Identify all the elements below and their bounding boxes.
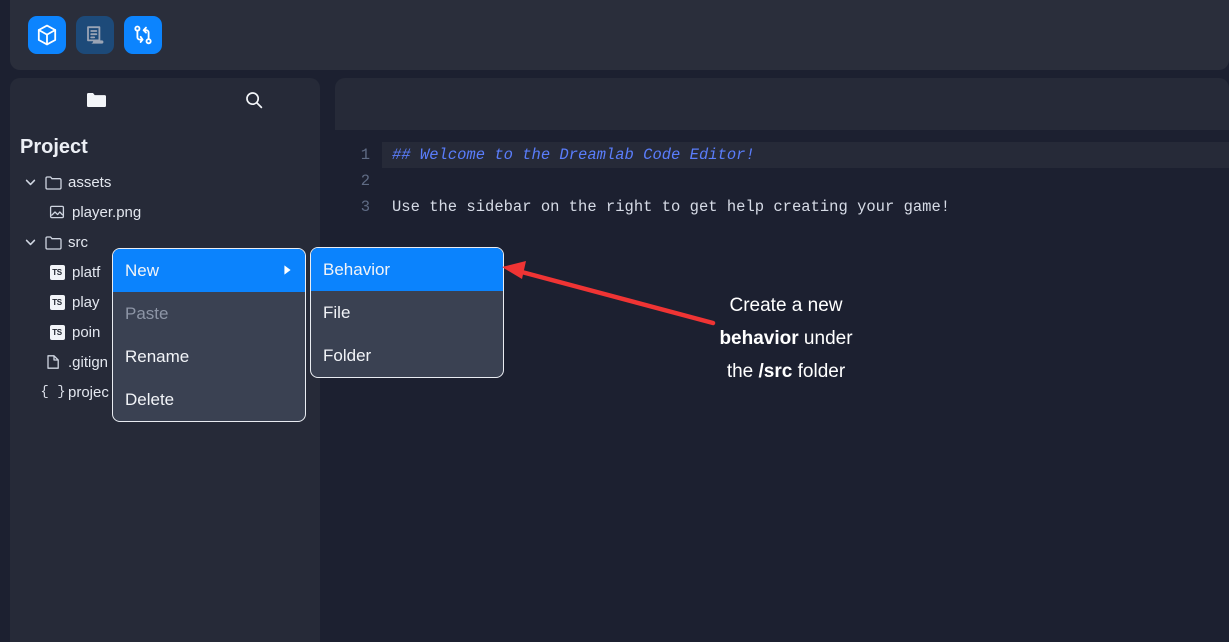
tree-item-label: assets: [68, 173, 112, 191]
context-menu-item-label: Delete: [125, 389, 175, 409]
tree-item-label: .gitign: [68, 353, 109, 371]
submenu-item-file[interactable]: File: [311, 291, 503, 334]
git-branch-icon-button[interactable]: [124, 16, 162, 54]
tree-item-label: src: [68, 233, 88, 251]
chevron-right-icon: [282, 261, 293, 281]
chevron-down-icon[interactable]: [22, 174, 38, 190]
json-file-icon: { }: [40, 384, 66, 400]
folder-icon: [86, 91, 107, 114]
folder-outline-icon: [44, 173, 62, 191]
tree-item-label: poin: [72, 323, 101, 341]
folder-view-button[interactable]: [72, 78, 120, 126]
page-title: Project: [20, 136, 88, 158]
chevron-down-icon[interactable]: [22, 234, 38, 250]
folder-outline-icon: [44, 233, 62, 251]
code-line: 2: [322, 168, 1229, 194]
search-button[interactable]: [230, 78, 278, 126]
tree-item-label: platf: [72, 263, 101, 281]
line-number: 1: [360, 146, 370, 164]
annotation-line-1: Create a new: [729, 295, 843, 316]
typescript-file-icon: TS: [48, 293, 66, 311]
context-menu-item-delete[interactable]: Delete: [113, 378, 305, 421]
typescript-file-icon: TS: [48, 263, 66, 281]
context-menu-item-label: Paste: [125, 303, 169, 323]
script-icon: [83, 23, 107, 47]
code-line: 3 Use the sidebar on the right to get he…: [322, 194, 1229, 220]
line-number: 2: [360, 172, 370, 190]
annotation-bold-behavior: behavior: [719, 328, 799, 349]
search-icon: [244, 90, 264, 115]
tree-item-label: player.png: [72, 203, 142, 221]
image-file-icon: [48, 203, 66, 221]
file-icon: [44, 353, 62, 371]
submenu-item-folder[interactable]: Folder: [311, 334, 503, 377]
line-text: ## Welcome to the Dreamlab Code Editor!: [392, 146, 755, 164]
tree-item-assets[interactable]: assets: [10, 167, 320, 197]
submenu-item-label: Folder: [323, 345, 372, 365]
submenu-item-label: File: [323, 302, 351, 322]
app-root: Project assets player.png src TS platf T…: [0, 0, 1229, 642]
git-branch-icon: [131, 23, 155, 47]
annotation-line-3-pre: the: [726, 361, 759, 382]
line-text: Use the sidebar on the right to get help…: [392, 198, 951, 216]
tree-item-player-png[interactable]: player.png: [10, 197, 320, 227]
annotation-line-2: behavior under: [686, 322, 886, 355]
context-menu-item-new[interactable]: New: [113, 249, 305, 292]
annotation-line-3: the /src folder: [686, 355, 886, 388]
code-content[interactable]: 1 ## Welcome to the Dreamlab Code Editor…: [322, 142, 1229, 642]
submenu-item-behavior[interactable]: Behavior: [311, 248, 503, 291]
annotation-line-3-rest: folder: [792, 361, 846, 382]
annotation-text: Create a new behavior under the /src fol…: [686, 289, 886, 388]
editor-tab-bar[interactable]: [335, 78, 1229, 130]
annotation-line-2-rest: under: [798, 328, 853, 349]
context-menu-item-label: Rename: [125, 346, 190, 366]
context-menu-item-paste: Paste: [113, 292, 305, 335]
context-menu-item-rename[interactable]: Rename: [113, 335, 305, 378]
tree-item-label: play: [72, 293, 100, 311]
context-submenu-new: Behavior File Folder: [310, 247, 504, 378]
sidebar-header: [10, 78, 320, 126]
script-icon-button[interactable]: [76, 16, 114, 54]
cube-icon-button[interactable]: [28, 16, 66, 54]
context-menu-item-label: New: [125, 260, 160, 280]
top-toolbar: [10, 0, 1229, 70]
tree-item-label: projec: [68, 383, 109, 401]
line-number: 3: [360, 198, 370, 216]
typescript-file-icon: TS: [48, 323, 66, 341]
submenu-item-label: Behavior: [323, 259, 391, 279]
annotation-bold-src: /src: [758, 361, 793, 382]
code-line: 1 ## Welcome to the Dreamlab Code Editor…: [322, 142, 1229, 168]
context-menu: New Paste Rename Delete: [112, 248, 306, 422]
cube-icon: [35, 23, 59, 47]
